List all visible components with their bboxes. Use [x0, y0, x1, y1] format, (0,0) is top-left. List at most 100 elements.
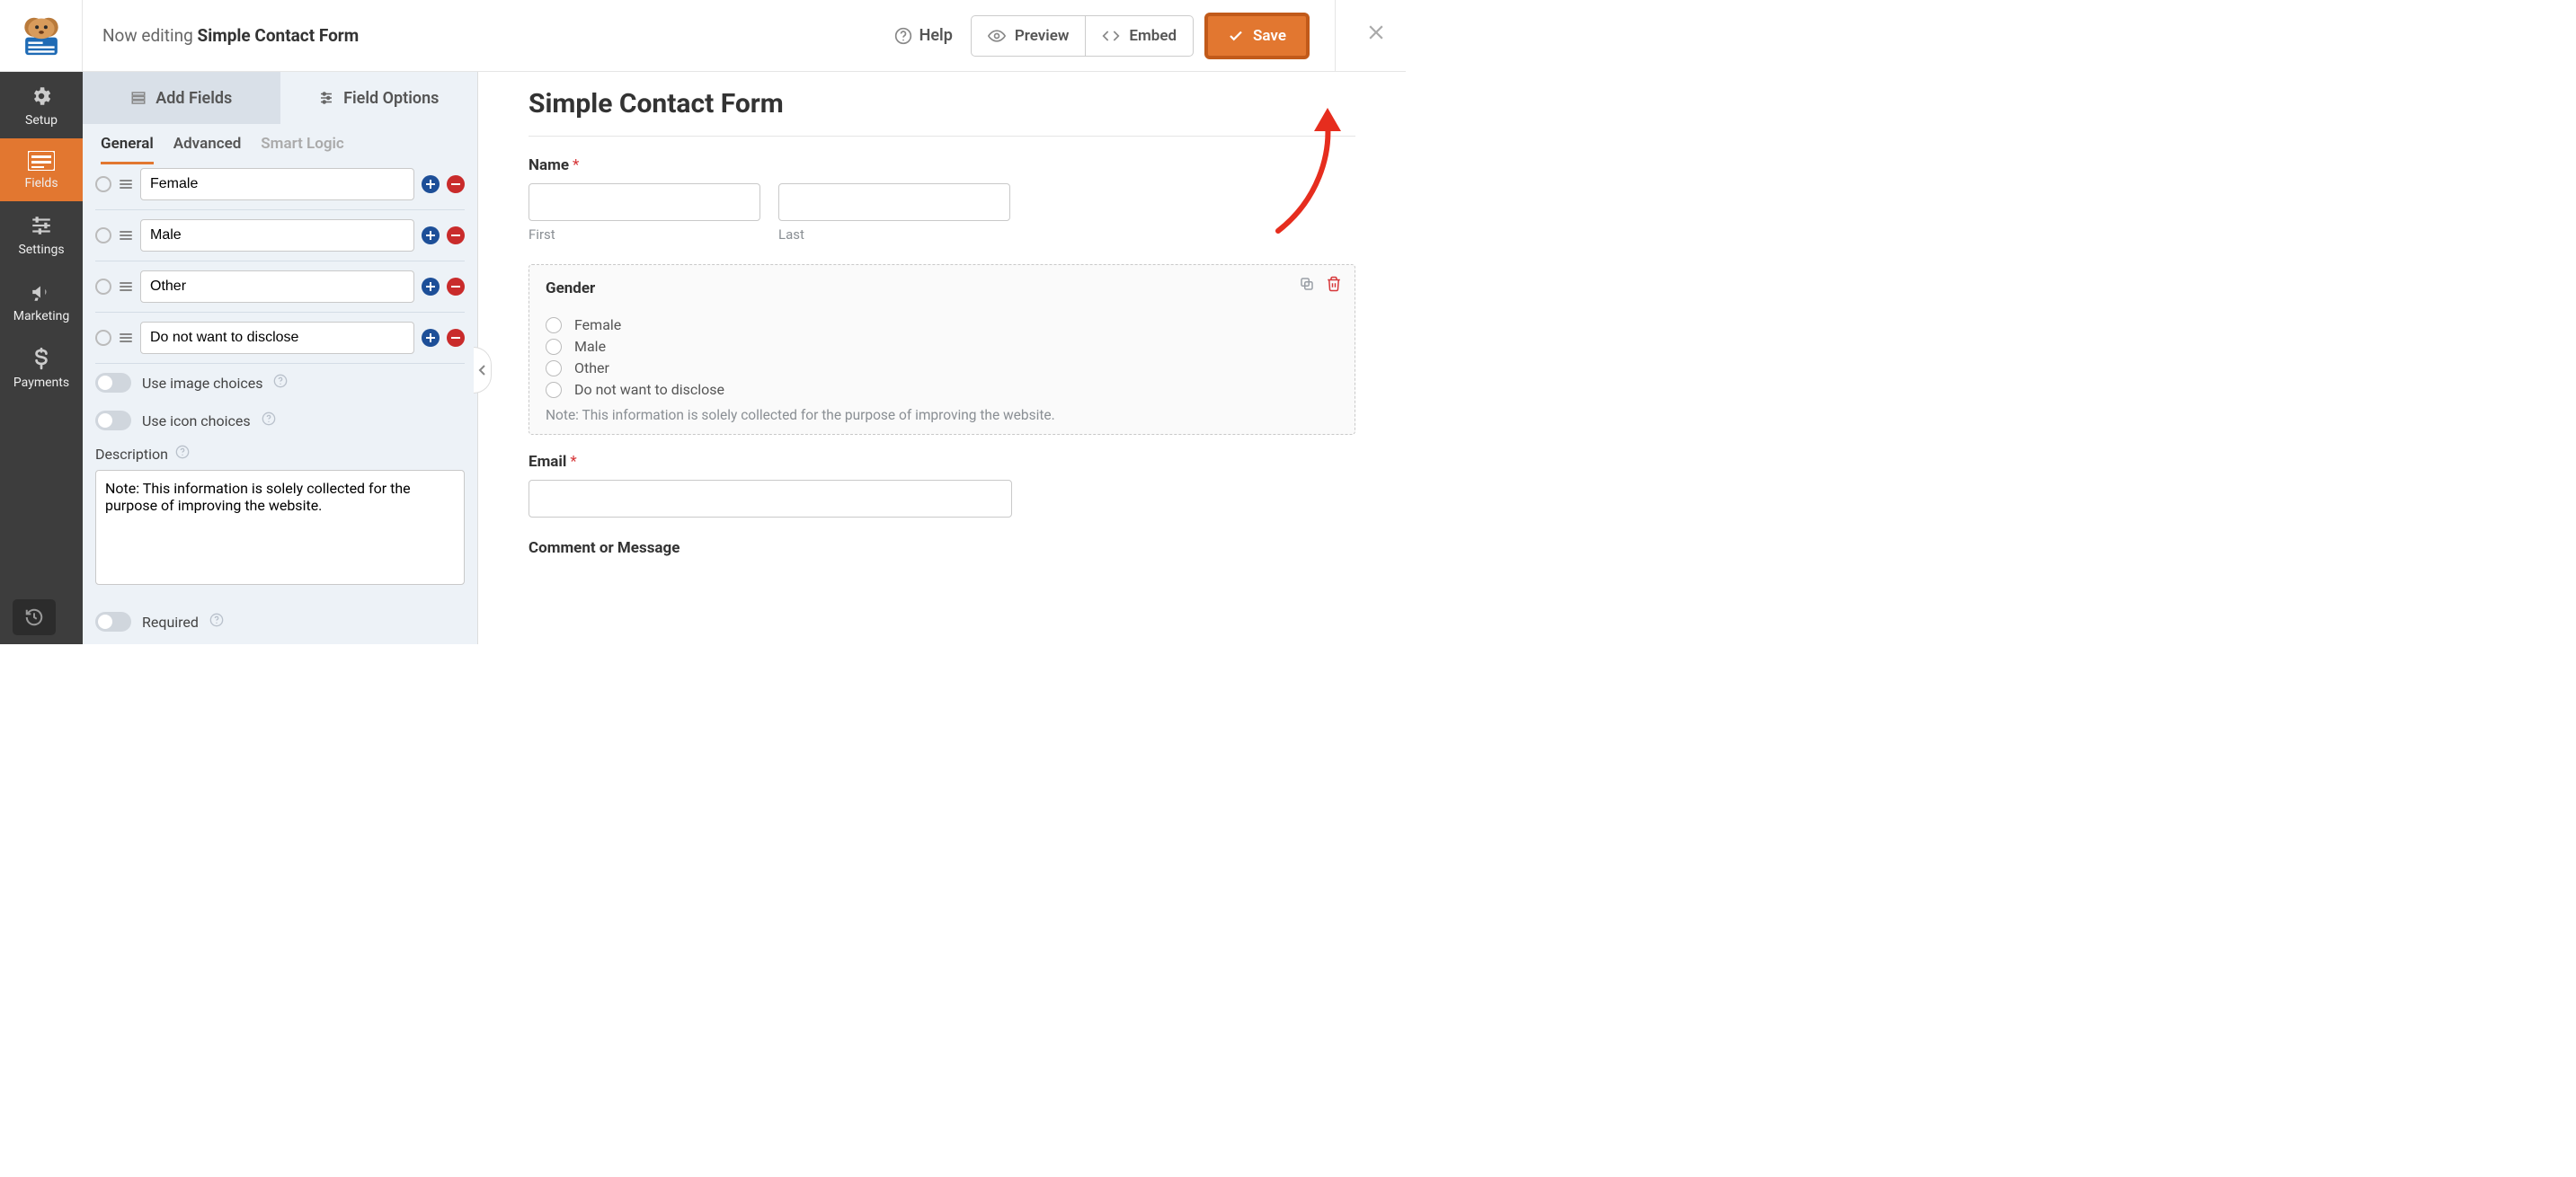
remove-choice-button[interactable]	[447, 175, 465, 193]
last-name-input[interactable]	[778, 183, 1010, 221]
plus-icon	[426, 180, 435, 189]
save-button[interactable]: Save	[1204, 13, 1310, 59]
add-choice-button[interactable]	[422, 175, 440, 193]
last-sublabel: Last	[778, 226, 1010, 243]
radio-option[interactable]: Do not want to disclose	[546, 381, 1338, 398]
close-button[interactable]	[1364, 20, 1388, 51]
field-gender-selected[interactable]: Gender Female Male Other Do not want to …	[529, 264, 1355, 435]
nav-payments[interactable]: Payments	[0, 334, 83, 401]
editing-label: Now editing Simple Contact Form	[83, 25, 894, 46]
minus-icon	[451, 333, 460, 342]
nav-setup-label: Setup	[25, 113, 58, 128]
embed-button[interactable]: Embed	[1086, 15, 1194, 57]
nav-setup[interactable]: Setup	[0, 72, 83, 138]
preview-label: Preview	[1015, 27, 1070, 45]
nav-settings-label: Settings	[18, 243, 64, 257]
revert-button[interactable]	[13, 599, 56, 635]
choice-input[interactable]	[140, 168, 414, 200]
drag-handle-icon[interactable]	[119, 231, 133, 240]
now-editing-prefix: Now editing	[102, 25, 198, 46]
drag-handle-icon[interactable]	[119, 282, 133, 291]
add-choice-button[interactable]	[422, 278, 440, 296]
toggle-label: Required	[142, 614, 199, 631]
toggle-required: Required	[95, 603, 465, 641]
remove-choice-button[interactable]	[447, 278, 465, 296]
radio-icon	[546, 382, 562, 398]
trash-icon	[1326, 276, 1342, 292]
nav-fields[interactable]: Fields	[0, 138, 83, 201]
preview-button[interactable]: Preview	[971, 15, 1087, 57]
toggle-icon-choices: Use icon choices	[95, 402, 465, 439]
description-textarea[interactable]	[95, 470, 465, 585]
history-icon	[24, 607, 44, 627]
choice-input[interactable]	[140, 270, 414, 303]
drag-handle-icon[interactable]	[119, 180, 133, 189]
remove-choice-button[interactable]	[447, 226, 465, 244]
radio-option[interactable]: Male	[546, 338, 1338, 355]
dollar-icon	[30, 347, 53, 370]
choice-input[interactable]	[140, 219, 414, 252]
nav-payments-label: Payments	[13, 376, 69, 390]
subtab-advanced[interactable]: Advanced	[173, 135, 242, 164]
remove-choice-button[interactable]	[447, 329, 465, 347]
radio-option[interactable]: Other	[546, 359, 1338, 376]
toggle-switch[interactable]	[95, 373, 131, 393]
help-tooltip-icon[interactable]	[273, 374, 288, 392]
nav-settings[interactable]: Settings	[0, 201, 83, 268]
field-email: Email*	[529, 453, 1355, 518]
help-icon	[894, 27, 912, 45]
first-name-input[interactable]	[529, 183, 760, 221]
choice-input[interactable]	[140, 322, 414, 354]
subtab-general[interactable]: General	[101, 135, 154, 164]
add-choice-button[interactable]	[422, 226, 440, 244]
toggle-image-choices: Use image choices	[95, 364, 465, 402]
delete-button[interactable]	[1326, 276, 1342, 296]
field-label: Name*	[529, 156, 1355, 174]
embed-label: Embed	[1129, 27, 1177, 45]
nav-fields-label: Fields	[24, 176, 58, 190]
toggle-switch[interactable]	[95, 411, 131, 430]
email-input[interactable]	[529, 480, 1012, 518]
logo[interactable]	[0, 0, 83, 72]
choice-default-radio[interactable]	[95, 330, 111, 346]
choice-default-radio[interactable]	[95, 176, 111, 192]
subtab-smart-logic[interactable]: Smart Logic	[261, 135, 344, 164]
choice-row	[95, 313, 465, 364]
choice-row	[95, 261, 465, 313]
choice-default-radio[interactable]	[95, 279, 111, 295]
toggle-switch[interactable]	[95, 612, 131, 632]
field-name: Name* First Last	[529, 156, 1355, 243]
form-preview: Simple Contact Form Name* First Last	[478, 72, 1406, 644]
nav-marketing-label: Marketing	[13, 309, 70, 323]
help-link[interactable]: Help	[894, 26, 953, 45]
toggle-label: Use icon choices	[142, 412, 251, 429]
divider	[529, 136, 1355, 137]
choice-default-radio[interactable]	[95, 227, 111, 243]
close-icon	[1364, 21, 1388, 44]
tab-add-fields[interactable]: Add Fields	[83, 72, 280, 124]
plus-icon	[426, 282, 435, 291]
radio-option[interactable]: Female	[546, 316, 1338, 333]
help-tooltip-icon[interactable]	[175, 445, 190, 463]
sliders-icon	[30, 214, 53, 237]
help-tooltip-icon[interactable]	[209, 613, 224, 631]
field-comment: Comment or Message	[529, 539, 1355, 557]
drag-handle-icon[interactable]	[119, 333, 133, 342]
panel-subtabs: General Advanced Smart Logic	[83, 124, 477, 164]
minus-icon	[451, 282, 460, 291]
main: Setup Fields Settings Marketing Payments…	[0, 72, 1406, 644]
gear-icon	[30, 84, 53, 108]
tab-options-label: Field Options	[343, 89, 439, 108]
topbar: Now editing Simple Contact Form Help Pre…	[0, 0, 1406, 72]
check-icon	[1228, 28, 1244, 44]
add-choice-button[interactable]	[422, 329, 440, 347]
duplicate-button[interactable]	[1299, 276, 1315, 296]
tab-field-options[interactable]: Field Options	[280, 72, 478, 124]
gender-description: Note: This information is solely collect…	[546, 407, 1338, 423]
plus-icon	[426, 231, 435, 240]
form-name: Simple Contact Form	[198, 25, 360, 46]
nav-marketing[interactable]: Marketing	[0, 268, 83, 334]
help-tooltip-icon[interactable]	[262, 412, 276, 429]
help-label: Help	[919, 26, 953, 45]
separator	[1335, 0, 1336, 72]
